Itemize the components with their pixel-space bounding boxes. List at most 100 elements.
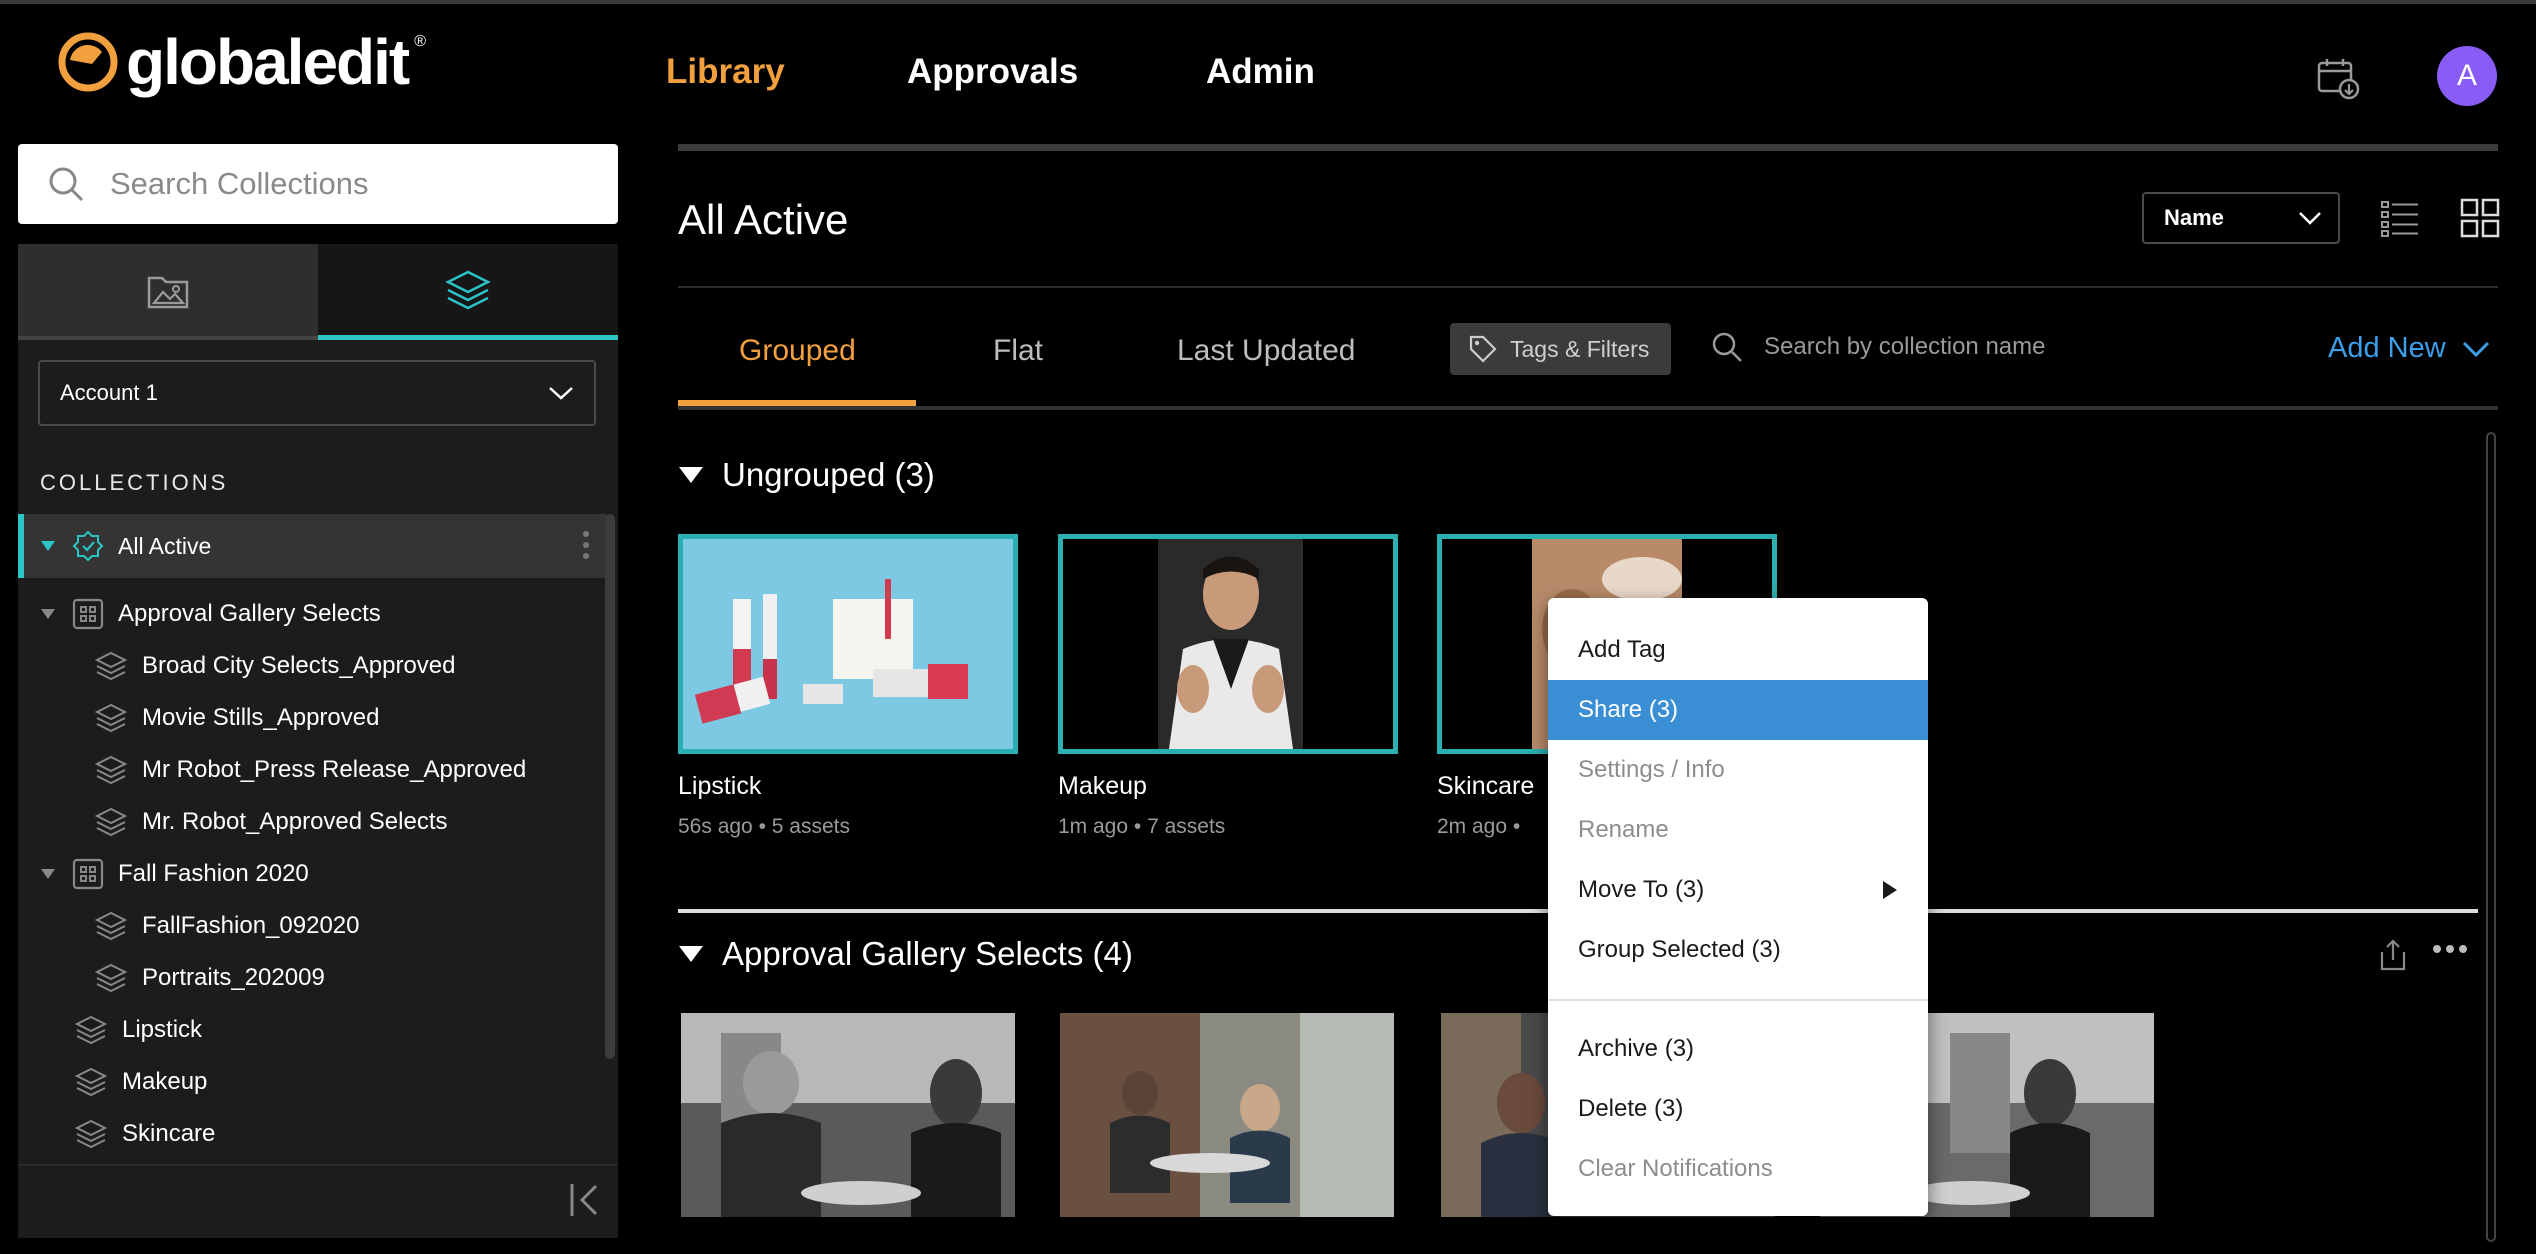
chevron-down-icon	[548, 385, 574, 401]
card-updated: 56s ago	[678, 815, 753, 838]
tags-filters-button[interactable]: Tags & Filters	[1450, 323, 1671, 375]
layers-icon	[94, 703, 128, 733]
sidebar-item-label: Makeup	[122, 1068, 208, 1095]
layers-icon	[94, 963, 128, 993]
menu-item-label: Add Tag	[1578, 636, 1666, 663]
card-asset-count: 5 assets	[771, 815, 850, 838]
caret-down-icon[interactable]	[38, 868, 58, 880]
account-select[interactable]: Account 1	[38, 360, 596, 426]
app-logo[interactable]: globaledit ®	[56, 30, 426, 94]
card-updated: 1m ago	[1058, 815, 1129, 838]
group-header-approval-gallery-selects[interactable]: Approval Gallery Selects (4)	[678, 935, 1133, 973]
nav-admin[interactable]: Admin	[1206, 52, 1315, 92]
sidebar-item-label: Mr. Robot_Approved Selects	[142, 808, 448, 835]
meta-separator: •	[1133, 815, 1148, 838]
nav-approvals[interactable]: Approvals	[907, 52, 1078, 92]
nav-library[interactable]: Library	[666, 52, 785, 92]
sort-select[interactable]: Name	[2142, 192, 2340, 244]
caret-right-icon	[1882, 880, 1898, 900]
gallery-thumbnail[interactable]	[681, 1013, 1015, 1217]
menu-separator	[1548, 999, 1928, 1001]
layers-icon	[94, 651, 128, 681]
layers-icon	[94, 911, 128, 941]
menu-item-add-tag[interactable]: Add Tag	[1548, 620, 1928, 680]
caret-down-icon[interactable]	[678, 944, 704, 964]
collapse-left-icon[interactable]	[568, 1180, 602, 1220]
sidebar-item-label: Broad City Selects_Approved	[142, 652, 456, 679]
card-thumbnail[interactable]	[1058, 534, 1398, 754]
tabs-baseline	[678, 406, 2498, 410]
sidebar-item-label: Fall Fashion 2020	[118, 860, 309, 887]
more-horizontal-icon[interactable]	[2432, 943, 2468, 955]
sidebar-group-fall-fashion-2020[interactable]: Fall Fashion 2020	[18, 849, 606, 899]
user-avatar[interactable]: A	[2437, 46, 2497, 106]
grid-group-icon	[72, 858, 104, 890]
sidebar-item-collection[interactable]: Makeup	[18, 1057, 606, 1107]
gallery-thumbnail[interactable]	[1060, 1013, 1394, 1217]
collections-search-input[interactable]	[110, 166, 590, 202]
tab-last-updated[interactable]: Last Updated	[1177, 334, 1355, 368]
menu-item-label: Group Selected (3)	[1578, 936, 1781, 963]
account-select-value: Account 1	[60, 380, 158, 405]
menu-item-delete[interactable]: Delete (3)	[1548, 1079, 1928, 1139]
sidebar-item-all-active[interactable]: All Active	[18, 514, 606, 578]
group-header-ungrouped[interactable]: Ungrouped (3)	[678, 456, 935, 494]
layers-icon	[74, 1067, 108, 1097]
menu-item-clear-notifications[interactable]: Clear Notifications	[1548, 1139, 1928, 1199]
tag-icon	[1468, 334, 1498, 364]
page-title: All Active	[678, 196, 849, 243]
sidebar-scrollbar[interactable]	[605, 514, 615, 1059]
add-new-button[interactable]: Add New	[2328, 332, 2490, 365]
sidebar-footer	[18, 1164, 618, 1238]
list-view-icon[interactable]	[2380, 198, 2420, 238]
menu-item-label: Move To (3)	[1578, 876, 1705, 903]
sidebar-item-collection[interactable]: Mr. Robot_Approved Selects	[18, 797, 606, 847]
more-vertical-icon[interactable]	[582, 530, 590, 560]
sort-select-value: Name	[2164, 205, 2224, 230]
add-new-label: Add New	[2328, 332, 2446, 364]
tab-collections[interactable]	[318, 244, 618, 340]
collection-card[interactable]: Makeup 1m ago • 7 assets	[1058, 534, 1398, 839]
caret-down-icon[interactable]	[38, 608, 58, 620]
logo-text: globaledit	[126, 26, 410, 98]
grid-view-icon[interactable]	[2460, 198, 2500, 238]
sidebar-group-approval-gallery-selects[interactable]: Approval Gallery Selects	[18, 589, 606, 639]
collections-search[interactable]	[18, 144, 618, 224]
sidebar-item-collection[interactable]: Broad City Selects_Approved	[18, 641, 606, 691]
menu-item-move-to[interactable]: Move To (3)	[1548, 860, 1928, 920]
sidebar-item-collection[interactable]: Movie Stills_Approved	[18, 693, 606, 743]
menu-item-rename[interactable]: Rename	[1548, 800, 1928, 860]
sidebar-item-collection[interactable]: Mr Robot_Press Release_Approved	[18, 745, 606, 795]
collections-heading: COLLECTIONS	[40, 470, 229, 495]
menu-item-label: Rename	[1578, 816, 1669, 843]
menu-item-archive[interactable]: Archive (3)	[1548, 1019, 1928, 1079]
menu-item-label: Share (3)	[1578, 696, 1679, 723]
card-thumbnail[interactable]	[678, 534, 1018, 754]
main-scrollbar[interactable]	[2486, 432, 2496, 1242]
chevron-down-icon	[2462, 341, 2490, 357]
sidebar-item-collection[interactable]: FallFashion_092020	[18, 901, 606, 951]
menu-item-share[interactable]: Share (3)	[1548, 680, 1928, 740]
menu-item-group-selected[interactable]: Group Selected (3)	[1548, 920, 1928, 980]
menu-item-settings-info[interactable]: Settings / Info	[1548, 740, 1928, 800]
sidebar-item-collection[interactable]: Portraits_202009	[18, 953, 606, 1003]
tab-flat[interactable]: Flat	[993, 334, 1043, 368]
caret-down-icon[interactable]	[38, 540, 58, 552]
sidebar-item-collection[interactable]: Skincare	[18, 1109, 606, 1159]
tab-grouped[interactable]: Grouped	[739, 334, 856, 368]
card-title[interactable]: Lipstick	[678, 772, 1018, 801]
sidebar-item-collection[interactable]: Lipstick	[18, 1005, 606, 1055]
tags-filters-label: Tags & Filters	[1510, 335, 1650, 362]
share-icon[interactable]	[2378, 938, 2408, 972]
card-title[interactable]: Makeup	[1058, 772, 1398, 801]
logo-registered-mark: ®	[414, 33, 427, 50]
sidebar-item-label: Skincare	[122, 1120, 216, 1147]
collection-search-input[interactable]	[1764, 333, 2264, 361]
collection-search[interactable]	[1710, 330, 2264, 364]
active-tab-indicator	[678, 400, 916, 406]
download-calendar-icon[interactable]	[2316, 56, 2360, 100]
tab-gallery[interactable]	[18, 244, 318, 340]
collection-card[interactable]: Lipstick 56s ago • 5 assets	[678, 534, 1018, 839]
menu-item-label: Settings / Info	[1578, 756, 1725, 783]
caret-down-icon[interactable]	[678, 465, 704, 485]
